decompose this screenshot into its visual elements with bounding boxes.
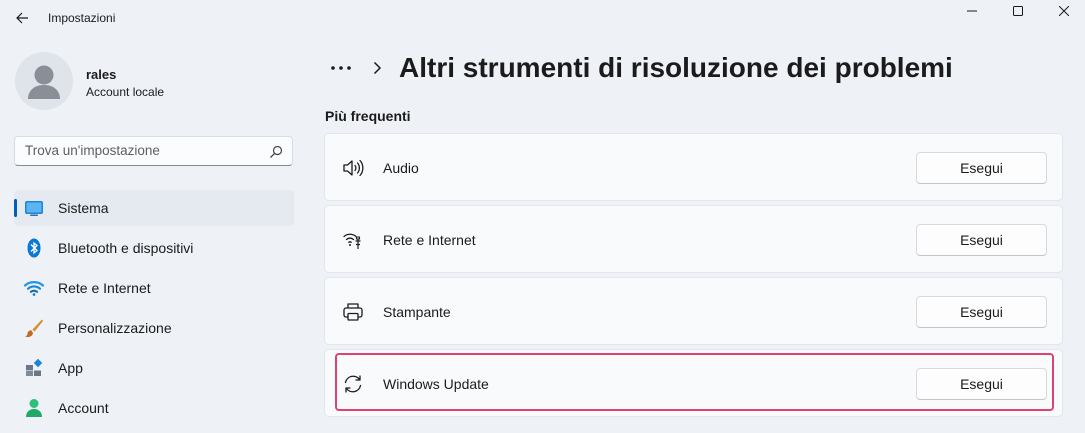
selection-indicator: [14, 199, 17, 217]
close-button[interactable]: [1041, 0, 1085, 22]
back-button[interactable]: [10, 6, 34, 30]
section-title: Più frequenti: [325, 108, 411, 124]
chevron-right-icon: [373, 61, 382, 75]
more-dots-icon: [331, 66, 351, 70]
back-arrow-icon: [16, 12, 28, 24]
troubleshooter-label: Stampante: [383, 304, 451, 320]
app-title: Impostazioni: [48, 11, 116, 25]
sidebar-item-label: Rete e Internet: [58, 280, 151, 296]
sidebar-item-rete[interactable]: Rete e Internet: [14, 270, 294, 306]
minimize-button[interactable]: [949, 0, 995, 22]
maximize-button[interactable]: [995, 0, 1041, 22]
bluetooth-icon: [24, 238, 44, 258]
troubleshooter-card-windows-update: Windows Update Esegui: [324, 349, 1063, 417]
network-icon: [343, 233, 361, 249]
system-icon: [24, 198, 44, 218]
sidebar-item-sistema[interactable]: Sistema: [14, 190, 294, 226]
sidebar-item-label: Personalizzazione: [58, 320, 172, 336]
refresh-icon: [344, 375, 362, 393]
sidebar: rales Account locale Sistema Bluetooth e…: [0, 36, 310, 433]
sidebar-item-label: App: [58, 360, 83, 376]
sidebar-item-bluetooth[interactable]: Bluetooth e dispositivi: [14, 230, 294, 266]
run-audio-button[interactable]: Esegui: [916, 152, 1047, 184]
maximize-icon: [1013, 6, 1023, 16]
minimize-icon: [967, 10, 977, 12]
sidebar-item-app[interactable]: App: [14, 350, 294, 386]
user-silhouette-icon: [28, 65, 60, 99]
troubleshooter-label: Rete e Internet: [383, 232, 476, 248]
troubleshooter-card-network: Rete e Internet Esegui: [324, 205, 1063, 273]
sidebar-item-label: Account: [58, 400, 109, 416]
breadcrumb-more-button[interactable]: [327, 56, 355, 80]
speaker-icon: [343, 159, 364, 177]
account-icon: [24, 398, 44, 418]
troubleshooter-label: Audio: [383, 160, 419, 176]
run-network-button[interactable]: Esegui: [916, 224, 1047, 256]
run-windows-update-button[interactable]: Esegui: [916, 368, 1047, 400]
troubleshooter-card-printer: Stampante Esegui: [324, 277, 1063, 345]
apps-icon: [24, 358, 44, 378]
account-type: Account locale: [86, 85, 165, 99]
page-title: Altri strumenti di risoluzione dei probl…: [399, 52, 953, 83]
avatar[interactable]: [15, 52, 73, 110]
printer-icon: [343, 303, 363, 321]
search-input[interactable]: [25, 143, 255, 158]
title-bar: Impostazioni: [0, 0, 1085, 36]
sidebar-item-label: Bluetooth e dispositivi: [58, 240, 194, 256]
troubleshooter-card-audio: Audio Esegui: [324, 133, 1063, 201]
search-icon[interactable]: [268, 144, 284, 160]
sidebar-item-account[interactable]: Account: [14, 390, 294, 426]
close-icon: [1059, 6, 1069, 16]
search-box[interactable]: [14, 136, 293, 166]
brush-icon: [24, 318, 44, 338]
troubleshooter-label: Windows Update: [383, 376, 489, 392]
sidebar-item-label: Sistema: [58, 200, 109, 216]
run-printer-button[interactable]: Esegui: [916, 296, 1047, 328]
sidebar-item-personalizzazione[interactable]: Personalizzazione: [14, 310, 294, 346]
user-name: rales: [86, 67, 117, 82]
wifi-icon: [24, 278, 44, 298]
